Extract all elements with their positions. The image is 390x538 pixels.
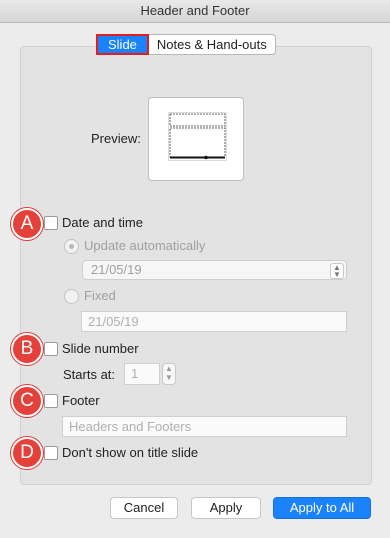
cancel-button[interactable]: Cancel (110, 497, 178, 519)
tab-slide[interactable]: Slide (96, 34, 149, 55)
date-format-value: 21/05/19 (91, 262, 142, 277)
update-automatically-label: Update automatically (84, 238, 206, 253)
apply-to-all-button[interactable]: Apply to All (273, 497, 371, 519)
chevron-updown-icon: ▲ ▼ (330, 263, 344, 279)
window-title: Header and Footer (0, 0, 390, 23)
tab-notes-handouts[interactable]: Notes & Hand-outs (148, 34, 276, 55)
dont-show-title-label: Don't show on title slide (62, 445, 199, 460)
slide-layout-icon (169, 113, 226, 160)
fixed-label: Fixed (84, 288, 116, 303)
slide-number-label: Slide number (62, 341, 139, 356)
footer-checkbox[interactable] (44, 394, 58, 408)
starts-at-field[interactable]: 1 (124, 363, 160, 385)
apply-button[interactable]: Apply (191, 497, 261, 519)
badge-d: D (11, 437, 43, 469)
preview-thumbnail (148, 97, 244, 181)
stepper-down-icon[interactable]: ▼ (165, 373, 173, 382)
date-format-select[interactable]: 21/05/19 ▲ ▼ (82, 260, 347, 280)
footer-text-field[interactable]: Headers and Footers (62, 416, 347, 437)
badge-c: C (11, 385, 43, 417)
date-time-checkbox[interactable] (44, 216, 58, 230)
slide-number-checkbox[interactable] (44, 342, 58, 356)
starts-at-label: Starts at: (63, 367, 116, 382)
date-time-label: Date and time (62, 215, 143, 230)
preview-slide-icon (168, 112, 227, 161)
fixed-date-field[interactable]: 21/05/19 (81, 311, 347, 332)
fixed-radio[interactable] (64, 289, 79, 304)
preview-label: Preview: (91, 131, 141, 146)
badge-b: B (11, 333, 43, 365)
badge-a: A (11, 208, 43, 240)
starts-at-stepper[interactable]: ▲ ▼ (162, 363, 176, 385)
footer-label: Footer (62, 393, 100, 408)
tab-bar: Slide Notes & Hand-outs (96, 34, 276, 55)
dont-show-title-checkbox[interactable] (44, 446, 58, 460)
update-automatically-radio[interactable] (64, 239, 79, 254)
stepper-up-icon[interactable]: ▲ (165, 364, 173, 373)
